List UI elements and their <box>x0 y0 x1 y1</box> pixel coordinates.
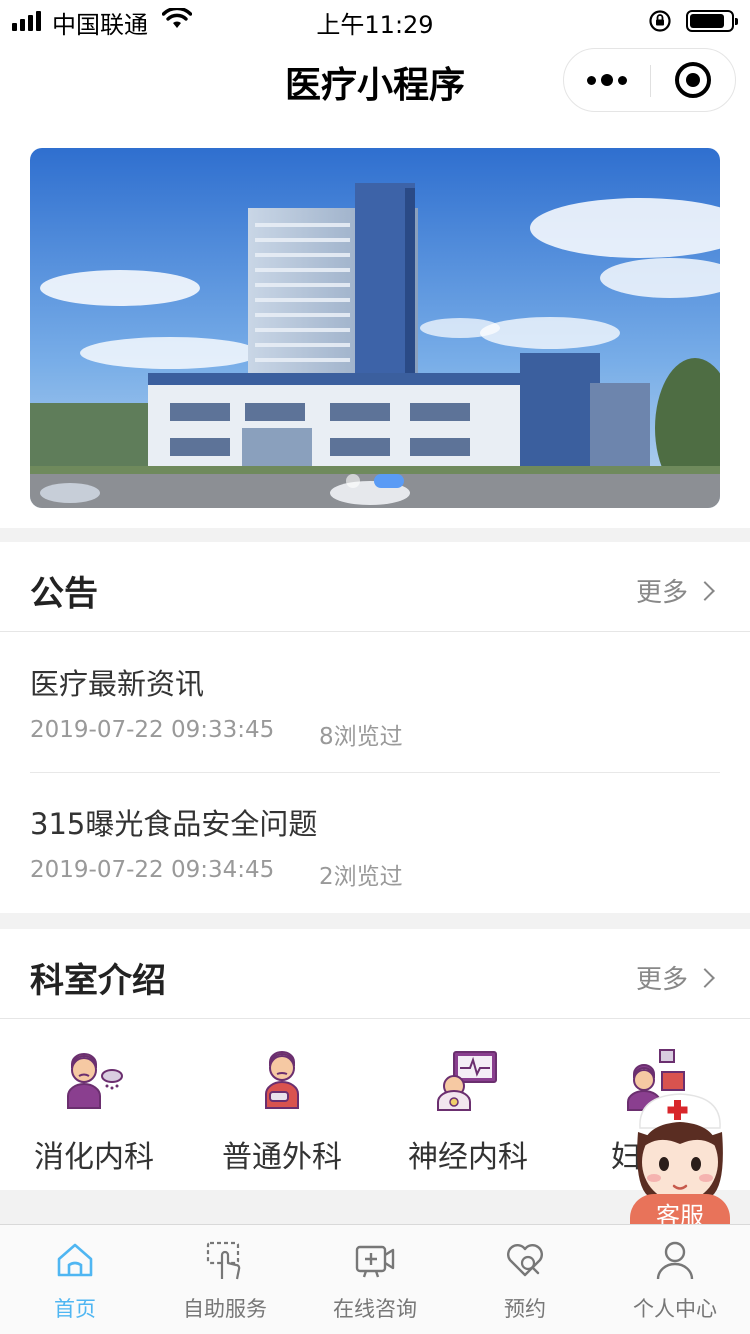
notice-more-label: 更多 <box>635 578 688 608</box>
customer-service-button[interactable]: 客服 <box>626 1088 734 1242</box>
battery-level <box>690 14 724 28</box>
video-consult-icon <box>355 1245 395 1278</box>
department-label: 普通外科 <box>222 1140 342 1175</box>
miniprogram-capsule <box>563 48 736 112</box>
notice-item-time: 2019-07-22 09:33:45 <box>30 717 275 743</box>
home-icon <box>57 1243 93 1277</box>
hero-banner[interactable] <box>30 148 720 508</box>
user-icon <box>656 1241 694 1280</box>
close-miniprogram-icon[interactable] <box>675 62 711 98</box>
more-menu-icon[interactable] <box>564 49 650 111</box>
notice-item-time: 2019-07-22 09:34:45 <box>30 857 275 883</box>
tab-label: 个人中心 <box>633 1297 717 1321</box>
tab-online-consult[interactable]: 在线咨询 <box>300 1225 450 1334</box>
self-service-icon <box>206 1241 241 1280</box>
section-divider <box>0 913 750 929</box>
list-item[interactable]: 医疗最新资讯 2019-07-22 09:33:45 8浏览过 <box>30 633 720 773</box>
section-divider <box>0 528 750 542</box>
tab-label: 在线咨询 <box>333 1297 417 1321</box>
capsule-divider <box>650 65 651 97</box>
tab-label: 自助服务 <box>183 1297 267 1321</box>
notice-item-title: 医疗最新资讯 <box>30 667 205 701</box>
notice-item-views: 8浏览过 <box>319 724 403 750</box>
departments-more-link[interactable]: 更多 <box>635 959 715 996</box>
nurse-avatar-icon <box>637 1093 723 1202</box>
status-time: 上午11:29 <box>316 11 434 39</box>
notice-title: 公告 <box>30 574 98 614</box>
tab-label: 首页 <box>54 1297 96 1321</box>
list-item[interactable]: 315曝光食品安全问题 2019-07-22 09:34:45 2浏览过 <box>30 773 720 913</box>
pagination-dot[interactable] <box>346 474 360 488</box>
departments-title: 科室介绍 <box>30 961 166 1001</box>
banner-pagination <box>30 474 720 488</box>
departments-header: 科室介绍 更多 <box>0 929 750 1019</box>
status-bar: 中国联通 上午11:29 <box>0 0 750 40</box>
surgery-icon <box>265 1051 299 1109</box>
chevron-right-icon <box>695 967 715 988</box>
departments-more-label: 更多 <box>635 965 688 995</box>
department-neurology[interactable]: 神经内科 <box>374 1040 562 1180</box>
department-surgery[interactable]: 普通外科 <box>188 1040 376 1180</box>
tab-home[interactable]: 首页 <box>0 1225 150 1334</box>
notice-item-title: 315曝光食品安全问题 <box>30 807 318 841</box>
notice-more-link[interactable]: 更多 <box>635 572 715 609</box>
hospital-building-image <box>30 148 720 508</box>
tab-appointment[interactable]: 预约 <box>450 1225 600 1334</box>
tab-bar: 首页 自助服务 在线咨询 预约 个人中心 <box>0 1224 750 1334</box>
tab-label: 预约 <box>504 1297 546 1321</box>
digestive-icon <box>67 1053 123 1109</box>
department-digestive[interactable]: 消化内科 <box>0 1040 188 1180</box>
neurology-icon <box>437 1051 497 1111</box>
department-label: 消化内科 <box>34 1140 154 1175</box>
pagination-dot[interactable] <box>374 474 404 488</box>
chevron-right-icon <box>695 580 715 601</box>
tab-self-service[interactable]: 自助服务 <box>150 1225 300 1334</box>
notice-header: 公告 更多 <box>0 542 750 632</box>
orientation-lock-icon <box>649 10 671 32</box>
notice-item-views: 2浏览过 <box>319 864 403 890</box>
battery-icon <box>686 10 738 32</box>
appointment-heart-icon <box>507 1244 543 1277</box>
tab-profile[interactable]: 个人中心 <box>600 1225 750 1334</box>
department-label: 神经内科 <box>408 1140 528 1175</box>
